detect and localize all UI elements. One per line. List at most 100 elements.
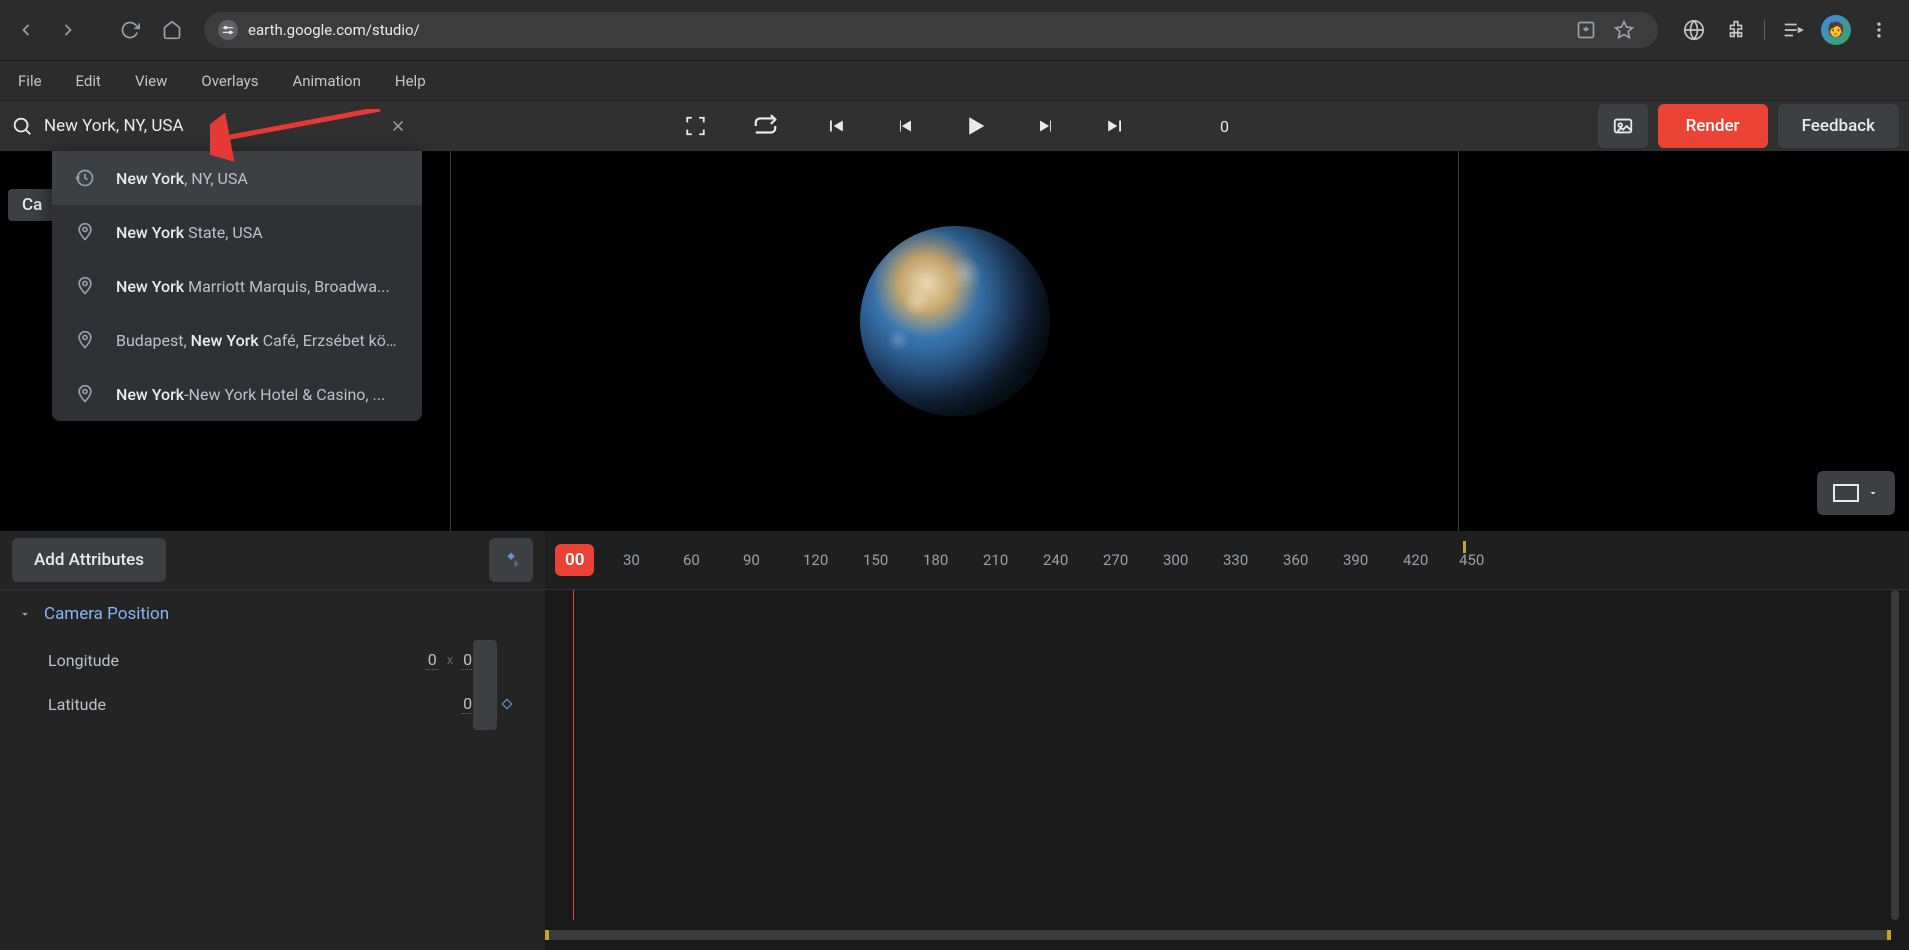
menu-overlays[interactable]: Overlays (201, 72, 258, 90)
ruler-playhead-label[interactable]: 00 (555, 544, 594, 576)
camera-chip[interactable]: Ca (8, 189, 56, 221)
ruler-tick: 450 (1459, 551, 1484, 569)
add-attributes-button[interactable]: Add Attributes (12, 538, 166, 582)
history-icon (74, 167, 96, 189)
aspect-ratio-button[interactable] (1817, 471, 1895, 515)
keyframe-nav-button[interactable] (489, 538, 533, 582)
link-bracket[interactable] (473, 640, 497, 730)
loop-icon[interactable] (750, 111, 780, 141)
search-icon (10, 114, 34, 138)
ruler-tick: 210 (983, 551, 1008, 569)
fullscreen-icon[interactable] (680, 111, 710, 141)
browser-chrome: earth.google.com/studio/ 🧑 (0, 0, 1909, 61)
skip-start-icon[interactable] (820, 111, 850, 141)
divider (1764, 20, 1765, 40)
ruler-tick: 420 (1403, 551, 1428, 569)
safe-guide-left (450, 151, 451, 531)
ruler-tick: 120 (803, 551, 828, 569)
ruler-tick: 360 (1283, 551, 1308, 569)
aspect-icon (1833, 484, 1859, 502)
render-button[interactable]: Render (1658, 104, 1768, 148)
vertical-scrollbar[interactable] (1891, 590, 1899, 920)
suggestion-item[interactable]: New York Marriott Marquis, Broadwa... (52, 259, 422, 313)
snapshot-button[interactable] (1598, 104, 1648, 148)
longitude-row[interactable]: Longitude 0 x 0 ° (0, 638, 545, 682)
chevron-down-icon (1867, 487, 1879, 499)
url-bar[interactable]: earth.google.com/studio/ (204, 12, 1658, 48)
end-marker[interactable] (1463, 541, 1466, 553)
playhead[interactable] (573, 590, 574, 920)
chevron-down-icon (18, 607, 32, 621)
play-icon[interactable] (960, 111, 990, 141)
section-label: Camera Position (44, 604, 169, 624)
suggestion-text: New York Marriott Marquis, Broadwa... (116, 277, 390, 296)
url-text: earth.google.com/studio/ (248, 21, 420, 39)
attr-label: Longitude (48, 651, 119, 670)
ruler-tick: 330 (1223, 551, 1248, 569)
menu-file[interactable]: File (18, 72, 42, 90)
back-button[interactable] (8, 12, 44, 48)
longitude-value-1[interactable]: 0 (426, 650, 439, 670)
safe-guide-right (1458, 151, 1459, 531)
suggestion-item[interactable]: Budapest, New York Café, Erzsébet kör... (52, 313, 422, 367)
avatar[interactable]: 🧑 (1821, 15, 1851, 45)
app-toolbar: 0 Render Feedback New York, NY, USA New … (0, 101, 1909, 151)
step-forward-icon[interactable] (1030, 111, 1060, 141)
suggestion-item[interactable]: New York-New York Hotel & Casino, ... (52, 367, 422, 421)
search-input[interactable] (44, 116, 376, 136)
ruler-tick: 180 (923, 551, 948, 569)
latitude-row[interactable]: Latitude 0 ° (0, 682, 545, 726)
app-menubar: File Edit View Overlays Animation Help (0, 61, 1909, 101)
globe-icon[interactable] (1680, 16, 1708, 44)
suggestion-text: New York-New York Hotel & Casino, ... (116, 385, 385, 404)
ruler-tick: 300 (1163, 551, 1188, 569)
search-wrap (10, 114, 410, 138)
horizontal-scrollbar[interactable] (545, 930, 1891, 940)
frame-counter: 0 (1220, 117, 1229, 136)
suggestion-text: New York State, USA (116, 223, 263, 242)
ruler-tick: 30 (623, 551, 640, 569)
ruler-tick: 240 (1043, 551, 1068, 569)
suggestion-text: New York, NY, USA (116, 169, 248, 188)
menu-edit[interactable]: Edit (76, 72, 101, 90)
pin-icon (74, 275, 96, 297)
ruler-tick: 60 (683, 551, 700, 569)
timeline-attributes-panel: Add Attributes Camera Position Longitude… (0, 531, 545, 950)
media-icon[interactable] (1779, 16, 1807, 44)
bookmark-icon[interactable] (1612, 18, 1636, 42)
reload-button[interactable] (112, 12, 148, 48)
ruler-tick: 150 (863, 551, 888, 569)
install-icon[interactable] (1574, 18, 1598, 42)
pin-icon (74, 329, 96, 351)
timeline-ruler[interactable]: 00 30 60 90 120 150 180 210 240 270 300 … (545, 531, 1909, 589)
camera-position-section[interactable]: Camera Position (0, 590, 545, 638)
scrollbar-thumb[interactable] (545, 930, 1891, 940)
pin-icon (74, 221, 96, 243)
suggestion-item[interactable]: New York, NY, USA (52, 151, 422, 205)
ruler-tick: 270 (1103, 551, 1128, 569)
earth-globe (860, 226, 1050, 416)
clear-search-icon[interactable] (386, 114, 410, 138)
pin-icon (74, 383, 96, 405)
timeline-panel: Add Attributes Camera Position Longitude… (0, 531, 1909, 950)
tracks-area[interactable] (545, 589, 1909, 950)
site-settings-icon[interactable] (218, 20, 238, 40)
step-back-icon[interactable] (890, 111, 920, 141)
playback-controls: 0 (680, 111, 1229, 141)
menu-view[interactable]: View (135, 72, 167, 90)
menu-icon[interactable] (1865, 16, 1893, 44)
menu-help[interactable]: Help (395, 72, 426, 90)
home-button[interactable] (154, 12, 190, 48)
ruler-tick: 90 (743, 551, 760, 569)
suggestion-text: Budapest, New York Café, Erzsébet kör... (116, 331, 400, 350)
timeline-tracks: 00 30 60 90 120 150 180 210 240 270 300 … (545, 531, 1909, 950)
forward-button[interactable] (50, 12, 86, 48)
suggestion-item[interactable]: New York State, USA (52, 205, 422, 259)
extensions-icon[interactable] (1722, 16, 1750, 44)
menu-animation[interactable]: Animation (292, 72, 360, 90)
search-suggestions: New York, NY, USA New York State, USA Ne… (52, 151, 422, 421)
ruler-tick: 390 (1343, 551, 1368, 569)
skip-end-icon[interactable] (1100, 111, 1130, 141)
feedback-button[interactable]: Feedback (1778, 104, 1899, 148)
keyframe-diamond-icon[interactable] (500, 697, 514, 711)
